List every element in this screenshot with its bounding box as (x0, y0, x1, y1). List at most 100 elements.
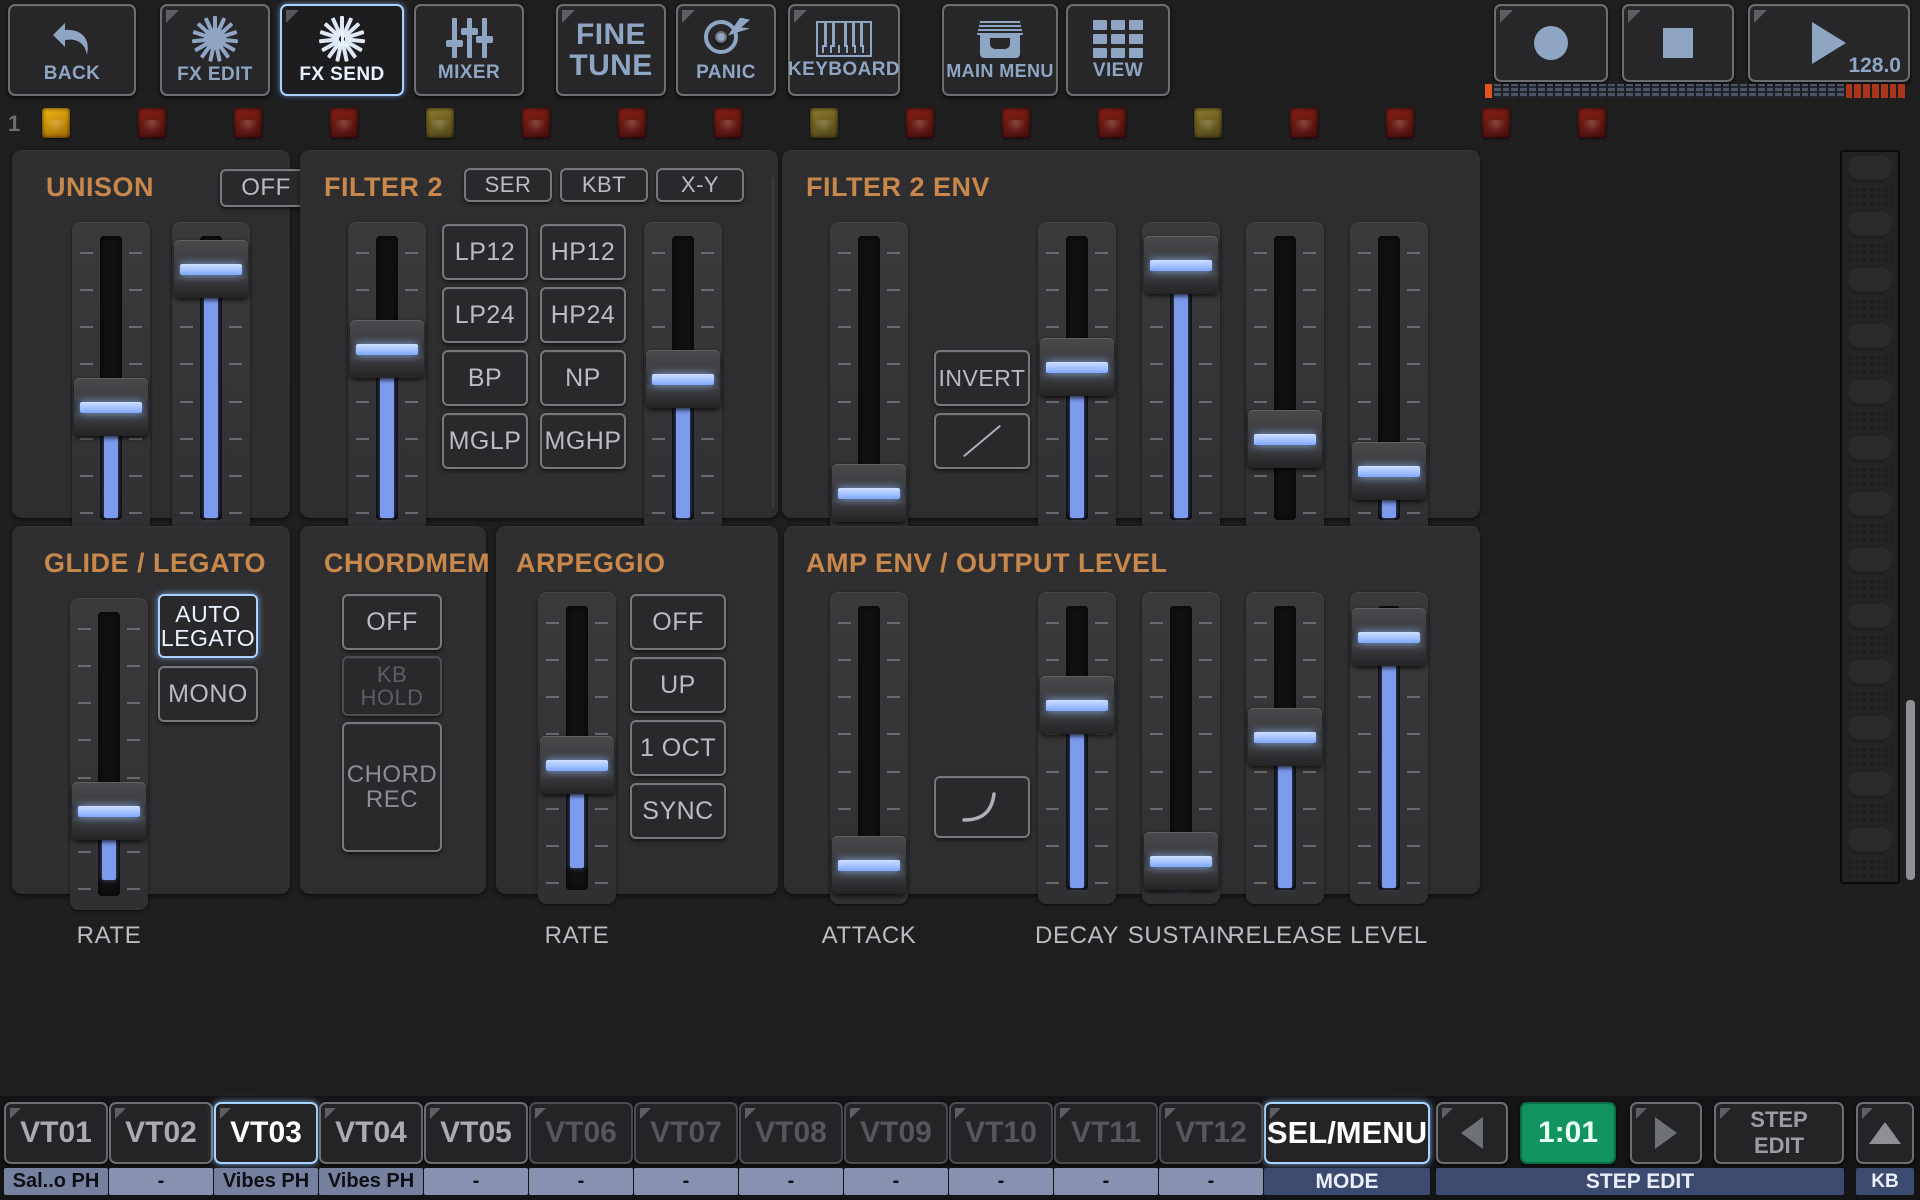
toolbar-button-main-menu[interactable]: MAIN MENU (942, 4, 1058, 96)
pattern-pad[interactable] (522, 108, 550, 138)
track-button-vt01[interactable]: VT01 (4, 1102, 108, 1164)
chordmem-kb-hold-button[interactable]: KB HOLD (342, 656, 442, 716)
track-button-vt07[interactable]: VT07 (634, 1102, 738, 1164)
track-patch-label[interactable]: Vibes PH (214, 1168, 318, 1195)
filter2-mode-mghp[interactable]: MGHP (540, 413, 626, 469)
pattern-pad[interactable] (42, 108, 70, 138)
slider-knob[interactable] (832, 464, 906, 522)
slider-knob[interactable] (646, 350, 720, 408)
toolbar-button-back[interactable]: BACK (8, 4, 136, 96)
filter2-button-xy[interactable]: X-Y (656, 168, 744, 202)
filter2-mode-hp24[interactable]: HP24 (540, 287, 626, 343)
pattern-pad[interactable] (234, 108, 262, 138)
slider-detune[interactable] (72, 222, 150, 534)
toolbar-button-mixer[interactable]: MIXER (414, 4, 524, 96)
chordmem-off-button[interactable]: OFF (342, 594, 442, 650)
slider-knob[interactable] (1144, 236, 1218, 294)
toolbar-button-fine-tune[interactable]: FINE TUNE (556, 4, 666, 96)
toolbar-button-panic[interactable]: PANIC (676, 4, 776, 96)
toolbar-button-fx-send[interactable]: 1 FX SEND (280, 4, 404, 96)
keyboard-up-button[interactable] (1856, 1102, 1914, 1164)
transport-play-button[interactable]: 128.0 (1748, 4, 1910, 82)
track-button-vt02[interactable]: VT02 (109, 1102, 213, 1164)
slider-amp-sustain[interactable] (1142, 592, 1220, 904)
slider-f2-release[interactable] (1246, 222, 1324, 534)
slider-amp-attack[interactable] (830, 592, 908, 904)
filter2-mode-mglp[interactable]: MGLP (442, 413, 528, 469)
vertical-scrollbar[interactable] (1906, 700, 1915, 880)
slider-amp-decay[interactable] (1038, 592, 1116, 904)
slider-f2-decay[interactable] (1038, 222, 1116, 534)
pattern-pad[interactable] (138, 108, 166, 138)
slider-knob[interactable] (350, 320, 424, 378)
slider-knob[interactable] (1040, 676, 1114, 734)
pattern-pad[interactable] (1482, 108, 1510, 138)
pattern-pad[interactable] (906, 108, 934, 138)
track-patch-label[interactable]: - (634, 1168, 738, 1195)
track-button-vt09[interactable]: VT09 (844, 1102, 948, 1164)
toolbar-button-keyboard[interactable]: KEYBOARD (788, 4, 900, 96)
slider-knob[interactable] (1248, 708, 1322, 766)
track-button-vt05[interactable]: VT05 (424, 1102, 528, 1164)
glide-mono-button[interactable]: MONO (158, 666, 258, 722)
slider-knob[interactable] (72, 782, 146, 840)
track-button-vt12[interactable]: VT12 (1159, 1102, 1263, 1164)
pattern-pad[interactable] (1386, 108, 1414, 138)
slider-knob[interactable] (1248, 410, 1322, 468)
unison-mode-toggle[interactable]: OFF (220, 169, 312, 207)
track-patch-label[interactable]: - (1054, 1168, 1158, 1195)
pattern-pad[interactable] (1002, 108, 1030, 138)
slider-res[interactable] (644, 222, 722, 534)
track-patch-label[interactable]: - (844, 1168, 948, 1195)
transport-record-button[interactable] (1494, 4, 1608, 82)
filter2-mode-np[interactable]: NP (540, 350, 626, 406)
slider-glide-rate[interactable] (70, 598, 148, 910)
amp-env-curve-button[interactable] (934, 776, 1030, 838)
pattern-pad[interactable] (1578, 108, 1606, 138)
filter2-env-invert-button[interactable]: INVERT (934, 350, 1030, 406)
track-patch-label[interactable]: Sal..o PH (4, 1168, 108, 1195)
slider-f2-attack[interactable] (830, 222, 908, 534)
step-position-display[interactable]: 1:01 (1520, 1102, 1616, 1164)
track-patch-label[interactable]: - (109, 1168, 213, 1195)
pattern-pad[interactable] (810, 108, 838, 138)
sel-menu-button[interactable]: SEL/MENU (1264, 1102, 1430, 1164)
pattern-pad[interactable] (1194, 108, 1222, 138)
track-button-vt11[interactable]: VT11 (1054, 1102, 1158, 1164)
filter2-mode-lp24[interactable]: LP24 (442, 287, 528, 343)
arpeggio-button-1oct[interactable]: 1 OCT (630, 720, 726, 776)
pattern-pad[interactable] (618, 108, 646, 138)
arpeggio-button-up[interactable]: UP (630, 657, 726, 713)
glide-auto-legato-button[interactable]: AUTO LEGATO (158, 594, 258, 658)
slider-f2-depth[interactable] (1350, 222, 1428, 534)
filter2-mode-bp[interactable]: BP (442, 350, 528, 406)
filter2-button-ser[interactable]: SER (464, 168, 552, 202)
arpeggio-button-sync[interactable]: SYNC (630, 783, 726, 839)
slider-knob[interactable] (832, 836, 906, 894)
slider-amp-level[interactable] (1350, 592, 1428, 904)
track-patch-label[interactable]: - (424, 1168, 528, 1195)
slider-spread[interactable] (172, 222, 250, 534)
pattern-pad[interactable] (714, 108, 742, 138)
track-button-vt04[interactable]: VT04 (319, 1102, 423, 1164)
filter2-env-curve-button[interactable] (934, 413, 1030, 469)
track-patch-label[interactable]: - (529, 1168, 633, 1195)
slider-arp-rate[interactable] (538, 592, 616, 904)
pattern-pad[interactable] (330, 108, 358, 138)
step-prev-button[interactable] (1436, 1102, 1508, 1164)
track-patch-label[interactable]: - (949, 1168, 1053, 1195)
track-button-vt08[interactable]: VT08 (739, 1102, 843, 1164)
slider-f2-sustain[interactable] (1142, 222, 1220, 534)
slider-amp-release[interactable] (1246, 592, 1324, 904)
slider-knob[interactable] (1040, 338, 1114, 396)
slider-knob[interactable] (174, 240, 248, 298)
toolbar-button-view[interactable]: VIEW (1066, 4, 1170, 96)
track-patch-label[interactable]: - (1159, 1168, 1263, 1195)
transport-stop-button[interactable] (1622, 4, 1734, 82)
slider-knob[interactable] (1352, 608, 1426, 666)
track-patch-label[interactable]: - (739, 1168, 843, 1195)
track-button-vt06[interactable]: VT06 (529, 1102, 633, 1164)
slider-knob[interactable] (540, 736, 614, 794)
filter2-button-kbt[interactable]: KBT (560, 168, 648, 202)
slider-knob[interactable] (74, 378, 148, 436)
